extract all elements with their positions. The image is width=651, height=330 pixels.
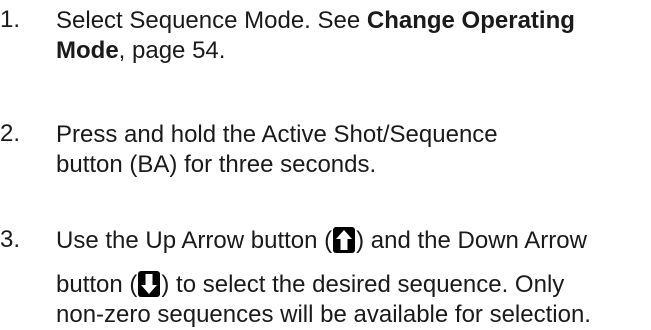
step-text-segment: Use the Up Arrow button (	[56, 227, 333, 254]
step-text: Use the Up Arrow button ( ) and the Down …	[56, 226, 651, 330]
up-arrow-icon	[333, 227, 356, 253]
step-text-segment: ) and the Down Arrow	[356, 227, 587, 254]
down-arrow-icon	[138, 271, 161, 297]
page-reference: , page 54.	[118, 37, 226, 64]
cross-reference-title-end: Mode	[56, 37, 119, 64]
step-number: 1.	[0, 6, 21, 33]
step-text-segment: button (	[56, 271, 138, 298]
step-text-line: Press and hold the Active Shot/Sequence	[56, 121, 498, 148]
cross-reference-title: Change Operating	[366, 7, 575, 34]
step-text-intro: Select Sequence Mode. See	[56, 7, 367, 34]
step-text: Select Sequence Mode. See Change Operati…	[56, 6, 651, 66]
step-text-line: non-zero sequences will be available for…	[56, 301, 591, 328]
step-text: Press and hold the Active Shot/Sequence …	[56, 120, 651, 180]
step-text-segment: ) to select the desired sequence. Only	[161, 271, 565, 298]
step-text-line: button (BA) for three seconds.	[56, 151, 377, 178]
step-number: 2.	[0, 120, 21, 147]
step-number: 3.	[0, 226, 21, 253]
